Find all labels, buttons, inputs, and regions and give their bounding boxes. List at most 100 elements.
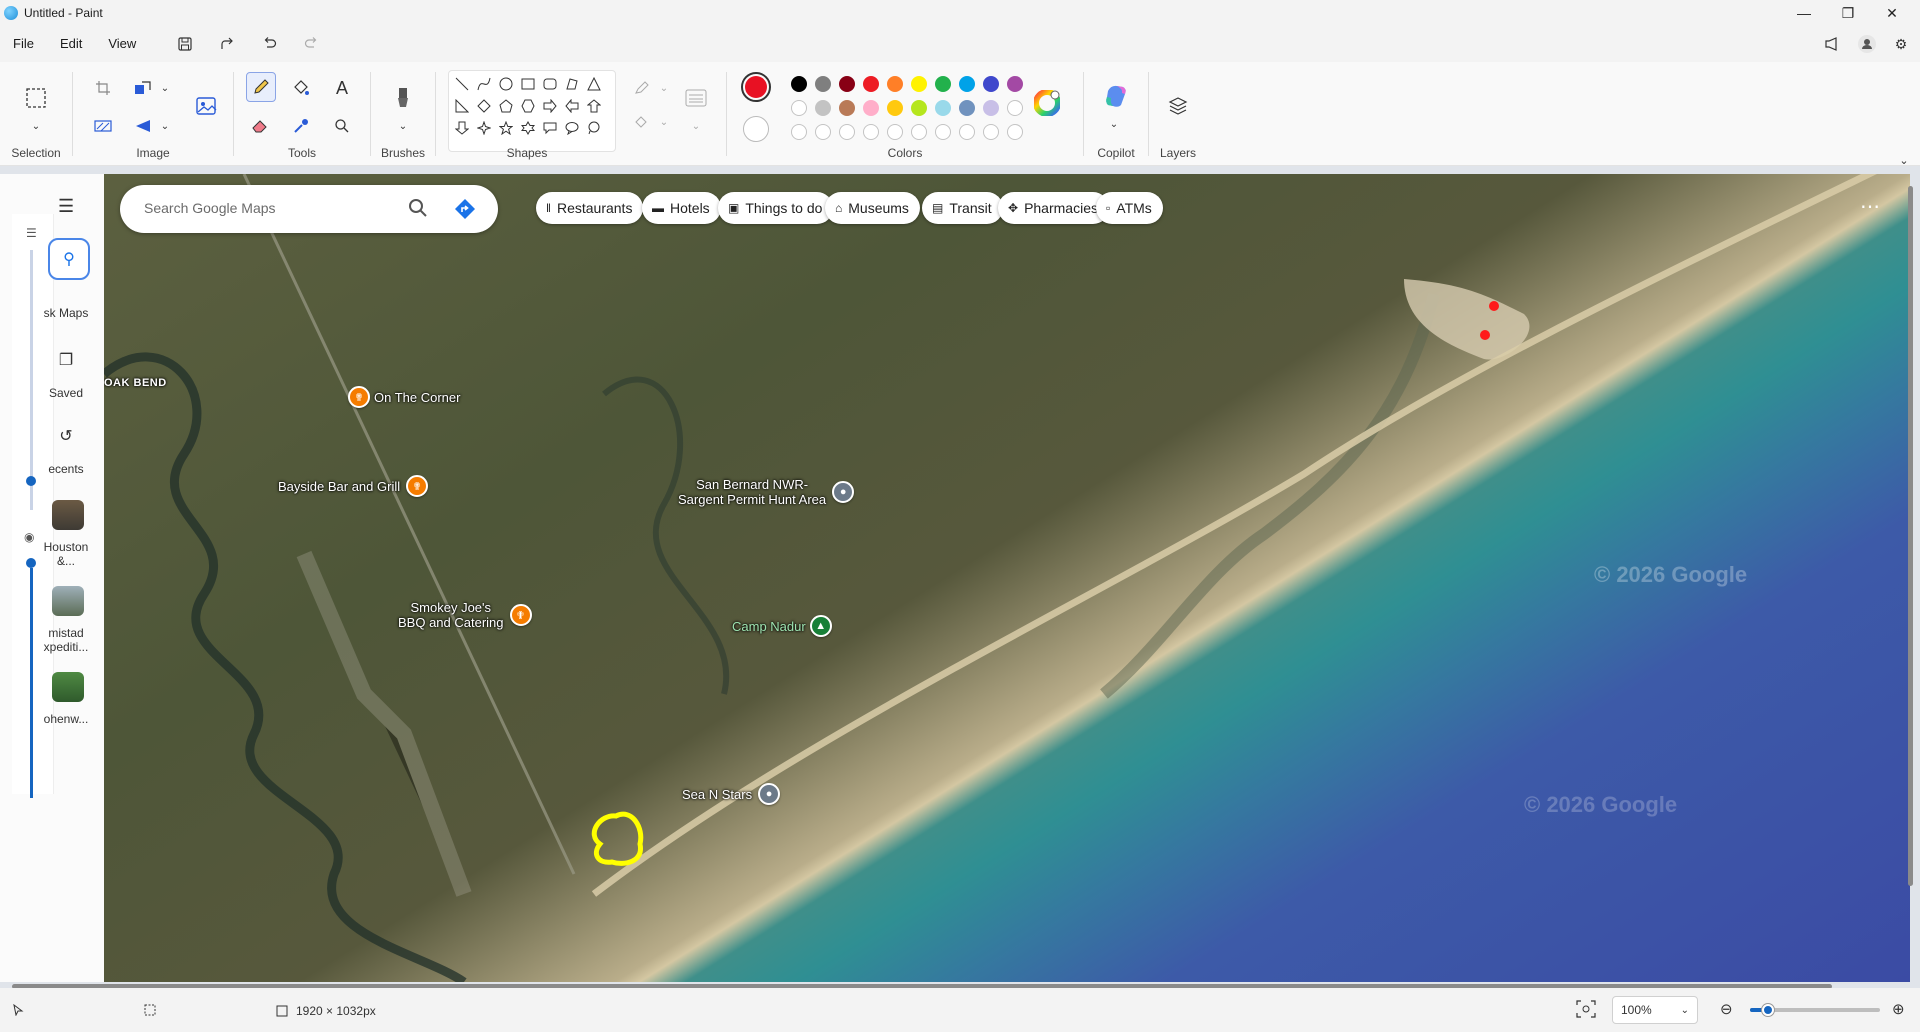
zoom-slider[interactable] — [1750, 988, 1880, 1032]
curve-shape-icon[interactable] — [474, 74, 494, 94]
image-generator-icon[interactable] — [191, 90, 223, 122]
zoom-in-icon[interactable]: ⊕ — [1892, 1000, 1905, 1018]
place-san-bernard[interactable]: San Bernard NWR- Sargent Permit Hunt Are… — [678, 477, 855, 507]
fill-dropdown-icon[interactable]: ⌄ — [650, 108, 678, 136]
save-icon[interactable] — [169, 30, 201, 58]
fit-to-window-icon[interactable] — [1576, 1000, 1596, 1018]
close-button[interactable]: ✕ — [1870, 0, 1914, 26]
place-smokey-joes[interactable]: Smokey Joe's BBQ and Catering ✟ — [398, 600, 532, 630]
saved-bookmark-icon[interactable]: ❐ — [14, 350, 118, 370]
color-swatch-r3-7[interactable] — [935, 124, 951, 140]
chip-things-to-do[interactable]: ▣ Things to do — [718, 192, 834, 224]
triangle-shape-icon[interactable] — [584, 74, 604, 94]
color-swatch-r3-8[interactable] — [959, 124, 975, 140]
settings-gear-icon[interactable]: ⚙ — [1886, 30, 1916, 58]
color-swatch-r1-9[interactable] — [983, 76, 999, 92]
color-swatch-r1-4[interactable] — [863, 76, 879, 92]
copilot-dropdown-icon[interactable]: ⌄ — [1100, 110, 1128, 138]
rectangle-select-icon[interactable] — [22, 84, 50, 112]
chip-hotels[interactable]: ▬ Hotels — [642, 192, 721, 224]
color-swatch-r1-5[interactable] — [887, 76, 903, 92]
secondary-color-button[interactable] — [743, 116, 769, 142]
restaurant-pin-icon[interactable]: ✟ — [348, 386, 370, 408]
color-swatch-r2-7[interactable] — [935, 100, 951, 116]
saved-label[interactable]: Saved — [14, 386, 118, 400]
diamond-shape-icon[interactable] — [474, 96, 494, 116]
zoom-out-icon[interactable]: ⊖ — [1720, 1000, 1733, 1018]
down-arrow-shape-icon[interactable] — [452, 118, 472, 138]
color-swatch-r2-5[interactable] — [887, 100, 903, 116]
color-swatch-r3-3[interactable] — [839, 124, 855, 140]
recents-label[interactable]: ecents — [14, 462, 118, 476]
color-swatch-r1-1[interactable] — [791, 76, 807, 92]
color-swatch-r1-10[interactable] — [1007, 76, 1023, 92]
recent-thumbnail-amistad[interactable] — [52, 586, 84, 616]
oval-shape-icon[interactable] — [496, 74, 516, 94]
zoom-slider-thumb[interactable] — [1762, 1004, 1774, 1016]
left-arrow-shape-icon[interactable] — [562, 96, 582, 116]
color-swatch-r1-7[interactable] — [935, 76, 951, 92]
ask-maps-icon[interactable]: ⚲ — [48, 238, 90, 280]
maps-search-input[interactable]: Search Google Maps — [144, 200, 276, 216]
right-arrow-shape-icon[interactable] — [540, 96, 560, 116]
chip-atms[interactable]: ▫ ATMs — [1096, 192, 1163, 224]
place-sea-n-stars-label[interactable]: Sea N Stars — [682, 787, 752, 802]
location-pin-icon[interactable]: ● — [832, 481, 855, 503]
place-san-bernard-label-2[interactable]: Sargent Permit Hunt Area — [678, 492, 826, 507]
copilot-icon[interactable] — [1100, 80, 1132, 112]
place-smokey-label-2[interactable]: BBQ and Catering — [398, 615, 504, 630]
line-size-icon[interactable] — [682, 84, 710, 112]
ask-maps-label[interactable]: sk Maps — [14, 306, 118, 320]
recents-history-icon[interactable]: ↺ — [14, 426, 118, 446]
vertical-scrollbar[interactable] — [1908, 186, 1913, 886]
magnifier-icon[interactable] — [328, 112, 356, 140]
apps-grid-icon[interactable]: ⋯ — [1860, 194, 1880, 219]
share-icon[interactable] — [211, 30, 243, 58]
color-swatch-r2-9[interactable] — [983, 100, 999, 116]
hexagon-shape-icon[interactable] — [518, 96, 538, 116]
crop-icon[interactable] — [89, 74, 117, 102]
recent-houston-line2[interactable]: &... — [14, 554, 118, 568]
color-swatch-r2-4[interactable] — [863, 100, 879, 116]
restore-button[interactable]: ❐ — [1826, 0, 1870, 26]
opacity-slider-thumb-1[interactable] — [26, 476, 36, 486]
directions-icon[interactable] — [454, 198, 476, 223]
rotate-dropdown-icon[interactable]: ⌄ — [151, 112, 179, 140]
color-swatch-r2-6[interactable] — [911, 100, 927, 116]
polygon-shape-icon[interactable] — [562, 74, 582, 94]
layers-icon[interactable] — [1164, 92, 1192, 120]
place-sea-n-stars[interactable]: Sea N Stars ● — [682, 783, 781, 805]
line-shape-icon[interactable] — [452, 74, 472, 94]
menu-view[interactable]: View — [95, 30, 149, 58]
satellite-map[interactable]: © 2026 Google © 2026 Google Search Googl… — [104, 174, 1910, 982]
color-swatch-r2-3[interactable] — [839, 100, 855, 116]
fill-bucket-icon[interactable] — [287, 74, 315, 102]
place-on-the-corner[interactable]: ✟ On The Corner — [348, 386, 460, 408]
oval-callout-shape-icon[interactable] — [562, 118, 582, 138]
brush-dropdown-icon[interactable]: ⌄ — [389, 112, 417, 140]
recent-amistad-line2[interactable]: xpediti... — [14, 640, 118, 654]
text-icon[interactable]: A — [328, 74, 356, 102]
account-icon[interactable] — [1852, 30, 1882, 58]
color-swatch-r1-8[interactable] — [959, 76, 975, 92]
color-swatch-r2-8[interactable] — [959, 100, 975, 116]
color-swatch-r1-3[interactable] — [839, 76, 855, 92]
recent-amistad-line1[interactable]: mistad — [14, 626, 118, 640]
recent-thumbnail-houston[interactable] — [52, 500, 84, 530]
pencil-icon[interactable] — [246, 72, 276, 102]
color-swatch-r3-5[interactable] — [887, 124, 903, 140]
brush-icon[interactable] — [389, 84, 417, 112]
place-smokey-label-1[interactable]: Smokey Joe's — [411, 600, 492, 615]
rectangle-shape-icon[interactable] — [518, 74, 538, 94]
place-camp-nadur-label[interactable]: Camp Nadur — [732, 619, 806, 634]
zoom-select[interactable]: 100% ⌄ — [1612, 996, 1698, 1024]
primary-color-button[interactable] — [741, 72, 771, 102]
campground-pin-icon[interactable]: ▲ — [809, 615, 832, 637]
color-swatch-r2-10[interactable] — [1007, 100, 1023, 116]
redo-icon[interactable] — [295, 30, 327, 58]
maps-search-box[interactable]: Search Google Maps — [120, 185, 498, 233]
rounded-rectangle-shape-icon[interactable] — [540, 74, 560, 94]
color-swatch-r1-6[interactable] — [911, 76, 927, 92]
edit-colors-icon[interactable] — [1032, 88, 1062, 118]
right-triangle-shape-icon[interactable] — [452, 96, 472, 116]
